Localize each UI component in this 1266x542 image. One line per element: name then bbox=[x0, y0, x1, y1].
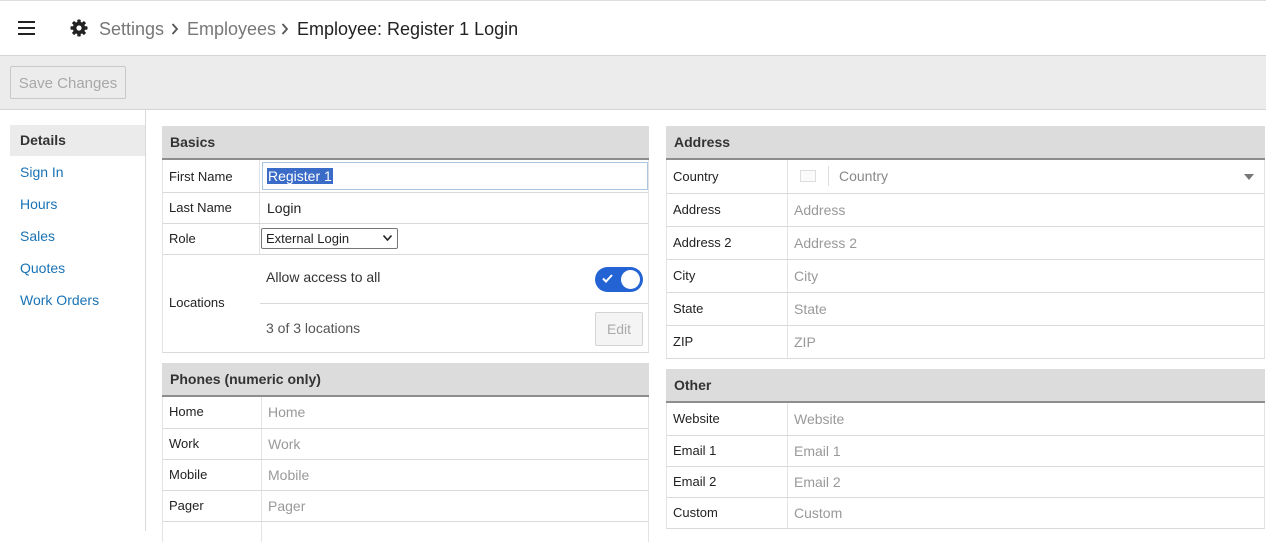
gear-icon bbox=[70, 19, 88, 37]
state-input[interactable]: State bbox=[788, 293, 1264, 325]
phone-home-input[interactable]: Home bbox=[262, 397, 648, 428]
breadcrumb-settings[interactable]: Settings bbox=[99, 18, 164, 40]
sidebar-item-sign-in[interactable]: Sign In bbox=[10, 157, 145, 188]
city-input[interactable]: City bbox=[788, 260, 1264, 292]
city-label: City bbox=[667, 260, 788, 292]
locations-row: Locations Allow access to all 3 of 3 loc… bbox=[162, 255, 649, 353]
check-icon bbox=[602, 274, 613, 283]
other-heading: Other bbox=[666, 369, 1265, 403]
email-2-label: Email 2 bbox=[667, 467, 788, 497]
role-label: Role bbox=[163, 224, 260, 254]
address-row: State State bbox=[666, 293, 1265, 326]
sidebar-item-details[interactable]: Details bbox=[10, 125, 145, 156]
first-name-input[interactable]: Register 1 bbox=[262, 162, 648, 190]
locations-label: Locations bbox=[169, 295, 225, 310]
locations-count: 3 of 3 locations bbox=[266, 320, 361, 336]
phones-panel: Phones (numeric only) Home Home Work Wor… bbox=[162, 363, 649, 542]
sidebar-item-hours[interactable]: Hours bbox=[10, 189, 145, 220]
last-name-input[interactable]: Login bbox=[261, 193, 648, 223]
other-row: Custom Custom bbox=[666, 498, 1265, 529]
other-row: Website Website bbox=[666, 403, 1265, 436]
country-label: Country bbox=[667, 160, 788, 193]
email-1-input[interactable]: Email 1 bbox=[788, 436, 1264, 466]
phone-row: Mobile Mobile bbox=[162, 460, 649, 491]
address-label: Address bbox=[667, 194, 788, 226]
sidebar-item-work-orders[interactable]: Work Orders bbox=[10, 285, 145, 316]
chevron-right-icon bbox=[171, 23, 179, 35]
other-row: Email 1 Email 1 bbox=[666, 436, 1265, 467]
sidebar-item-sales[interactable]: Sales bbox=[10, 221, 145, 252]
caret-down-icon bbox=[1244, 174, 1254, 180]
address-input[interactable]: Address bbox=[788, 194, 1264, 226]
country-placeholder: Country bbox=[839, 168, 889, 184]
allow-access-label: Allow access to all bbox=[266, 269, 381, 285]
phone-mobile-label: Mobile bbox=[163, 460, 262, 490]
basics-heading: Basics bbox=[162, 126, 649, 160]
last-name-row: Last Name Login bbox=[162, 193, 649, 224]
role-select[interactable]: External Login bbox=[261, 228, 398, 249]
address-2-label: Address 2 bbox=[667, 227, 788, 259]
basics-panel: Basics First Name Register 1 Last Name L… bbox=[162, 126, 649, 353]
phones-heading: Phones (numeric only) bbox=[162, 363, 649, 397]
phone-row: Work Work bbox=[162, 429, 649, 460]
address-row: Address 2 Address 2 bbox=[666, 227, 1265, 260]
other-row: Email 2 Email 2 bbox=[666, 467, 1265, 498]
first-name-value: Register 1 bbox=[267, 168, 333, 184]
first-name-row: First Name Register 1 bbox=[162, 160, 649, 193]
website-input[interactable]: Website bbox=[788, 403, 1264, 435]
address-row: City City bbox=[666, 260, 1265, 293]
country-select[interactable]: Country bbox=[788, 160, 1264, 193]
last-name-label: Last Name bbox=[163, 193, 260, 223]
other-panel: Other Website Website Email 1 Email 1 Em… bbox=[666, 369, 1265, 529]
phone-extra-label bbox=[163, 522, 262, 542]
custom-input[interactable]: Custom bbox=[788, 498, 1264, 528]
phone-row: Home Home bbox=[162, 397, 649, 429]
email-2-input[interactable]: Email 2 bbox=[788, 467, 1264, 497]
email-1-label: Email 1 bbox=[667, 436, 788, 466]
state-label: State bbox=[667, 293, 788, 325]
flag-icon bbox=[800, 170, 816, 182]
role-selected-value: External Login bbox=[266, 231, 350, 246]
top-bar: Settings Employees Employee: Register 1 … bbox=[0, 0, 1266, 56]
allow-access-toggle[interactable] bbox=[595, 267, 643, 292]
phone-row: Pager Pager bbox=[162, 491, 649, 522]
phone-work-label: Work bbox=[163, 429, 262, 459]
sidebar-nav: Details Sign In Hours Sales Quotes Work … bbox=[0, 110, 146, 531]
website-label: Website bbox=[667, 403, 788, 435]
breadcrumb-employees[interactable]: Employees bbox=[187, 18, 276, 40]
page-title: Employee: Register 1 Login bbox=[297, 19, 519, 39]
address-heading: Address bbox=[666, 126, 1265, 160]
custom-label: Custom bbox=[667, 498, 788, 528]
divider bbox=[260, 303, 648, 304]
toggle-knob bbox=[621, 270, 640, 289]
divider bbox=[828, 166, 829, 186]
address-panel: Address Country Country Address Address … bbox=[666, 126, 1265, 359]
zip-label: ZIP bbox=[667, 326, 788, 358]
edit-locations-button[interactable]: Edit bbox=[595, 312, 643, 346]
address-row: Address Address bbox=[666, 194, 1265, 227]
phone-mobile-input[interactable]: Mobile bbox=[262, 460, 648, 490]
phone-work-input[interactable]: Work bbox=[262, 429, 648, 459]
save-changes-button[interactable]: Save Changes bbox=[10, 66, 126, 99]
phone-row bbox=[162, 522, 649, 542]
role-row: Role External Login bbox=[162, 224, 649, 255]
hamburger-menu-icon[interactable] bbox=[18, 21, 35, 35]
phone-pager-input[interactable]: Pager bbox=[262, 491, 648, 521]
country-row: Country Country bbox=[666, 160, 1265, 194]
address-2-input[interactable]: Address 2 bbox=[788, 227, 1264, 259]
sidebar-item-quotes[interactable]: Quotes bbox=[10, 253, 145, 284]
action-toolbar: Save Changes bbox=[0, 56, 1266, 110]
first-name-label: First Name bbox=[163, 160, 260, 192]
phone-pager-label: Pager bbox=[163, 491, 262, 521]
chevron-down-icon bbox=[383, 235, 392, 241]
phone-home-label: Home bbox=[163, 397, 262, 428]
chevron-right-icon bbox=[281, 23, 289, 35]
zip-input[interactable]: ZIP bbox=[788, 326, 1264, 358]
address-row: ZIP ZIP bbox=[666, 326, 1265, 359]
